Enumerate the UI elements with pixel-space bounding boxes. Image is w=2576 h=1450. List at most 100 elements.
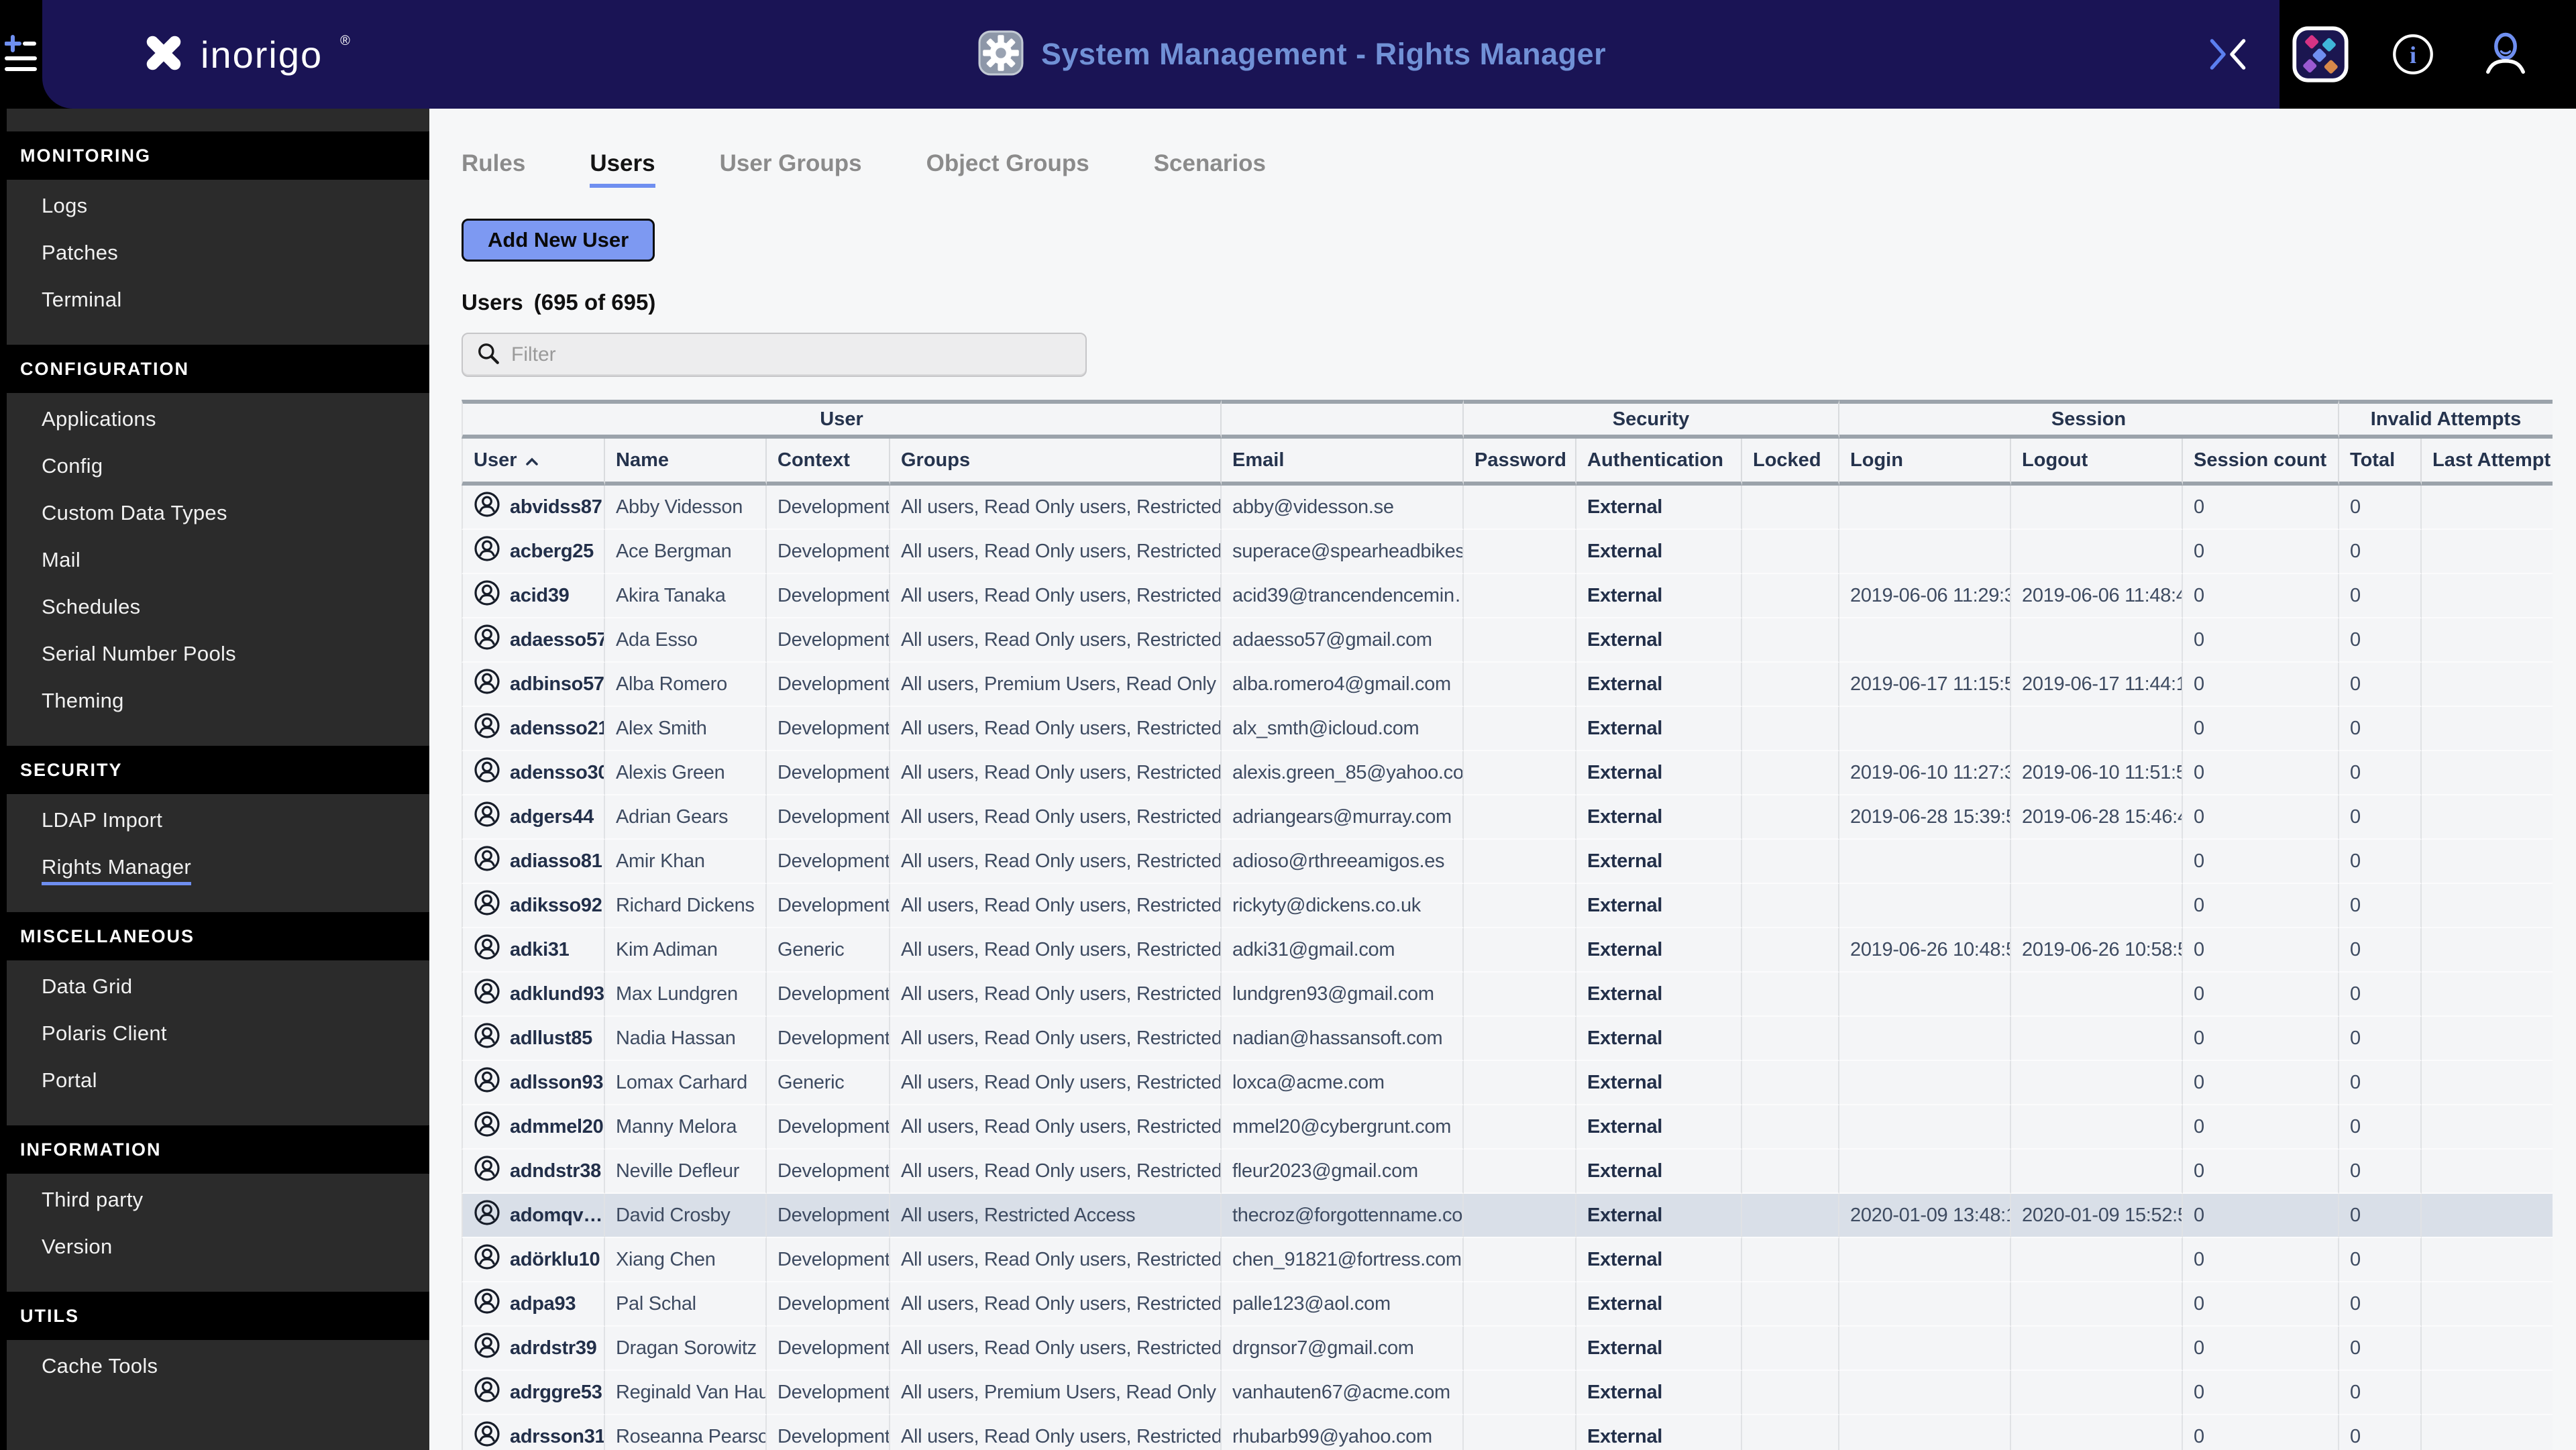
table-row[interactable]: adklund93 Max Lundgren Development All user… [462, 972, 2553, 1017]
column-header-context[interactable]: Context [767, 439, 890, 486]
sidebar-item-terminal[interactable]: Terminal [0, 279, 429, 326]
user-cell: adörklu10 [474, 1238, 600, 1281]
cell-password [1464, 884, 1576, 928]
column-header-groups[interactable]: Groups [890, 439, 1222, 486]
cell-name: Nadia Hassan [605, 1017, 767, 1061]
cell-logout [2011, 486, 2184, 530]
cell-context: Development [767, 530, 890, 574]
user-profile-icon[interactable] [2475, 21, 2536, 88]
sidebar-item-logs[interactable]: Logs [0, 185, 429, 232]
column-header-locked[interactable]: Locked [1742, 439, 1840, 486]
table-row[interactable]: adensso21 Alex Smith Development All users,… [462, 707, 2553, 751]
tab-user-groups[interactable]: User Groups [720, 150, 862, 188]
cell-authentication: External [1576, 1327, 1742, 1371]
cell-login [1839, 530, 2012, 574]
info-icon[interactable]: i [2383, 21, 2443, 88]
sidebar-item-label: Custom Data Types [42, 500, 227, 524]
table-row[interactable]: adgers44 Adrian Gears Development All users… [462, 795, 2553, 840]
sidebar-item-cache-tools[interactable]: Cache Tools [0, 1345, 429, 1392]
table-row[interactable]: abvidss87 Abby Videsson Development All use… [462, 486, 2553, 530]
apps-grid-icon[interactable] [2290, 21, 2351, 88]
cell-context: Development [767, 1194, 890, 1238]
table-row[interactable]: admmel20 Manny Melora Development All users… [462, 1105, 2553, 1150]
filter-input[interactable] [511, 343, 1072, 366]
table-row[interactable]: adndstr38 Neville Defleur Development All u… [462, 1150, 2553, 1194]
sidebar-item-polaris-client[interactable]: Polaris Client [0, 1013, 429, 1060]
tab-users[interactable]: Users [590, 150, 655, 188]
cell-login [1839, 1327, 2012, 1371]
sidebar-item-version[interactable]: Version [0, 1226, 429, 1273]
cell-name: Max Lundgren [605, 972, 767, 1017]
column-header-last-attempt[interactable]: Last Attempt [2422, 439, 2553, 486]
cell-authentication: External [1576, 795, 1742, 840]
tab-scenarios[interactable]: Scenarios [1154, 150, 1266, 188]
table-row[interactable]: adlsson93 Lomax Carhard Generic All users, … [462, 1061, 2553, 1105]
sidebar-item-rights-manager[interactable]: Rights Manager [0, 846, 429, 893]
cell-groups: All users, Read Only users, Restricted A… [890, 530, 1222, 574]
cell-groups: All users, Read Only users, Restricted A… [890, 1017, 1222, 1061]
cell-name: Amir Khan [605, 840, 767, 884]
sidebar-item-serial-number-pools[interactable]: Serial Number Pools [0, 633, 429, 680]
sidebar-item-third-party[interactable]: Third party [0, 1179, 429, 1226]
sidebar-item-custom-data-types[interactable]: Custom Data Types [0, 492, 429, 539]
username-text: adensso30 [510, 761, 605, 783]
sidebar-item-schedules[interactable]: Schedules [0, 586, 429, 633]
column-header-logout[interactable]: Logout [2011, 439, 2184, 486]
tab-object-groups[interactable]: Object Groups [926, 150, 1089, 188]
sidebar-item-label: Mail [42, 547, 81, 571]
sidebar-item-theming[interactable]: Theming [0, 680, 429, 727]
table-row[interactable]: adörklu10 Xiang Chen Development All users,… [462, 1238, 2553, 1282]
cell-name: Alex Smith [605, 707, 767, 751]
cell-authentication: External [1576, 1415, 1742, 1450]
add-new-user-button[interactable]: Add New User [462, 219, 655, 262]
user-cell: adomqv… [474, 1194, 602, 1237]
username-text: adomqv… [510, 1204, 603, 1226]
column-header-password[interactable]: Password [1464, 439, 1576, 486]
column-header-name[interactable]: Name [605, 439, 767, 486]
column-header-user[interactable]: User [462, 439, 605, 486]
username-text: adaesso57 [510, 628, 605, 651]
users-table: User Security Session Invalid Attempts User… [462, 400, 2553, 1450]
column-header-email[interactable]: Email [1222, 439, 1464, 486]
cell-name: Roseanna Pearson [605, 1415, 767, 1450]
tab-rules[interactable]: Rules [462, 150, 525, 188]
table-row[interactable]: adiasso81 Amir Khan Development All users, … [462, 840, 2553, 884]
user-avatar-icon [474, 491, 500, 523]
table-row[interactable]: adiksso92 Richard Dickens Development All u… [462, 884, 2553, 928]
column-header-session-count[interactable]: Session count [2183, 439, 2340, 486]
sidebar-item-label: Version [42, 1234, 113, 1258]
cell-locked [1742, 1017, 1840, 1061]
sidebar-item-config[interactable]: Config [0, 445, 429, 492]
table-row[interactable]: adaesso57 Ada Esso Development All users, R… [462, 618, 2553, 663]
sidebar-item-portal[interactable]: Portal [0, 1060, 429, 1107]
table-row[interactable]: adpa93 Pal Schal Development All users, Rea… [462, 1282, 2553, 1327]
table-row[interactable]: adrggre53Reginald Van HauterDevelopmentA… [462, 1371, 2553, 1415]
sidebar-item-data-grid[interactable]: Data Grid [0, 966, 429, 1013]
table-row[interactable]: adbinso57 Alba Romero Development All users… [462, 663, 2553, 707]
column-header-total[interactable]: Total [2339, 439, 2422, 486]
sidebar-item-mail[interactable]: Mail [0, 539, 429, 586]
sidebar-item-applications[interactable]: Applications [0, 398, 429, 445]
column-header-authentication[interactable]: Authentication [1576, 439, 1742, 486]
cell-email: chen_91821@fortress.com [1222, 1238, 1464, 1282]
close-icon[interactable] [2198, 21, 2258, 88]
table-row[interactable]: adomqv… David Crosby Development All users,… [462, 1194, 2553, 1238]
table-row[interactable]: adensso30 Alexis Green Development All user… [462, 751, 2553, 795]
table-row[interactable]: adrsson31 Roseanna Pearson Development All … [462, 1415, 2553, 1450]
cell-context: Generic [767, 1061, 890, 1105]
sidebar-item-ldap-import[interactable]: LDAP Import [0, 799, 429, 846]
cell-session_count: 0 [2183, 530, 2340, 574]
cell-password [1464, 1415, 1576, 1450]
table-row[interactable]: adllust85 Nadia Hassan Development All user… [462, 1017, 2553, 1061]
cell-password [1464, 928, 1576, 972]
column-header-login[interactable]: Login [1839, 439, 2012, 486]
table-row[interactable]: adrdstr39 Dragan Sorowitz Development All u… [462, 1327, 2553, 1371]
table-row[interactable]: acid39 Akira Tanaka Development All users, … [462, 574, 2553, 618]
sidebar-item-patches[interactable]: Patches [0, 232, 429, 279]
sidebar-item-label: Schedules [42, 594, 141, 618]
cell-last_attempt [2422, 1238, 2553, 1282]
table-row[interactable]: acberg25 Ace Bergman Development All users,… [462, 530, 2553, 574]
table-row[interactable]: adki31 Kim Adiman Generic All users, Read O… [462, 928, 2553, 972]
menu-toggle-button[interactable] [0, 0, 42, 109]
cell-user: acid39 [462, 574, 605, 618]
